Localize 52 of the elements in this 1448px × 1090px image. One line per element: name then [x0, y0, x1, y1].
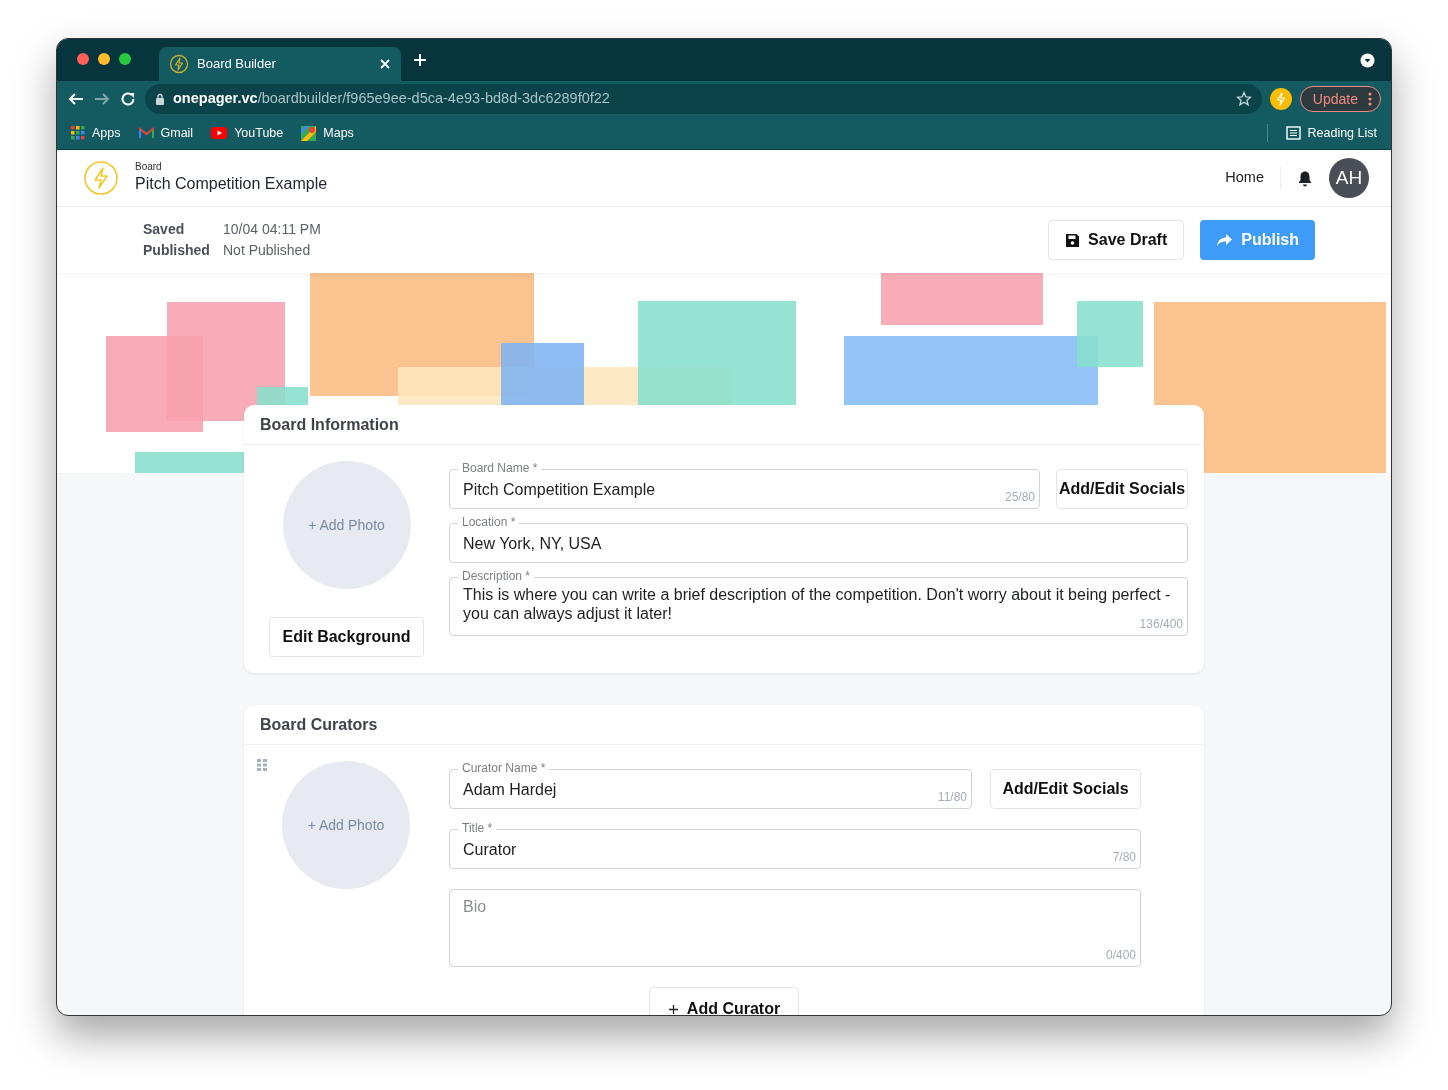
avatar[interactable]: AH: [1329, 158, 1369, 198]
lightning-logo-icon: [83, 160, 119, 196]
drag-handle-icon[interactable]: [256, 758, 268, 772]
character-counter: 7/80: [1112, 849, 1136, 866]
share-arrow-icon: [1216, 233, 1234, 247]
character-counter: 25/80: [1004, 489, 1035, 506]
field-label: Description *: [458, 569, 535, 584]
star-icon[interactable]: [1235, 91, 1252, 107]
browser-tab[interactable]: Board Builder: [159, 47, 401, 81]
address-bar[interactable]: onepager.vc/boardbuilder/f965e9ee-d5ca-4e93-bd8d-3dc6289f0f22: [145, 84, 1262, 114]
update-button[interactable]: Update: [1299, 86, 1381, 112]
play-icon: [211, 127, 228, 139]
window-control-icon[interactable]: [119, 53, 131, 65]
character-counter: 0/400: [1105, 947, 1136, 964]
board-title: Pitch Competition Example: [135, 174, 328, 194]
window-control-icon[interactable]: [98, 53, 110, 65]
breadcrumb-label: Board: [135, 161, 163, 173]
plus-icon: [667, 1003, 679, 1015]
section-title: Board Information: [244, 405, 1204, 445]
socials-button[interactable]: Add/Edit Socials: [1056, 469, 1188, 509]
map-icon: [301, 125, 317, 141]
reading-list-button[interactable]: Reading List: [1285, 123, 1377, 143]
character-counter: 136/400: [1139, 616, 1183, 633]
status-value: 10/04 04:11 PM: [223, 220, 321, 239]
window-control-icon[interactable]: [77, 53, 89, 65]
bookmark[interactable]: YouTube: [211, 123, 284, 143]
bookmark[interactable]: Apps: [71, 123, 121, 143]
home-link[interactable]: Home: [1225, 167, 1281, 189]
character-counter: 11/80: [937, 789, 967, 806]
url-text: onepager.vc/boardbuilder/f965e9ee-d5ca-4e93-bd8d-3dc6289f0f22: [173, 89, 611, 109]
status-value: Not Published: [223, 241, 311, 260]
new-tab-icon[interactable]: [413, 53, 427, 67]
lightning-icon: [169, 54, 189, 74]
socials-button[interactable]: Add/Edit Socials: [990, 769, 1141, 809]
bookmark[interactable]: Maps: [301, 123, 354, 143]
bookmark[interactable]: Gmail: [138, 123, 194, 143]
add-curator-button[interactable]: Add Curator: [649, 987, 799, 1015]
more-icon: [1368, 92, 1372, 106]
close-icon[interactable]: [379, 58, 391, 70]
dropdown-icon[interactable]: [1360, 52, 1375, 68]
lock-icon: [155, 92, 165, 106]
section-title: Board Curators: [244, 705, 1204, 745]
reload-icon[interactable]: [119, 90, 137, 108]
extension-icon[interactable]: [1269, 88, 1292, 110]
mail-icon: [138, 127, 154, 139]
list-icon: [1285, 126, 1301, 140]
save-draft-button[interactable]: Save Draft: [1048, 220, 1185, 260]
bell-icon[interactable]: [1297, 169, 1313, 187]
edit-background-button[interactable]: Edit Background: [269, 617, 424, 657]
status-label: Saved: [143, 220, 186, 239]
grid-icon: [71, 126, 85, 140]
status-label: Published: [143, 241, 211, 260]
